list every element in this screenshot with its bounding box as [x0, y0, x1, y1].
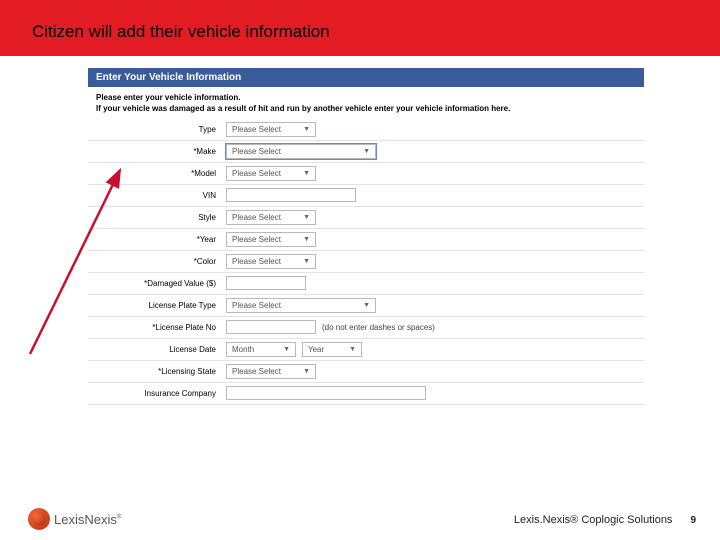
panel-instructions: Please enter your vehicle information. I… — [88, 87, 644, 119]
form-rows: Type Please Select ▼ *Make Please Select… — [88, 119, 644, 405]
label-vin: VIN — [96, 191, 226, 200]
select-style[interactable]: Please Select ▼ — [226, 210, 316, 225]
row-style: Style Please Select ▼ — [88, 207, 644, 229]
page-number: 9 — [690, 515, 696, 526]
select-model[interactable]: Please Select ▼ — [226, 166, 316, 181]
logo-text: LexisNexis® — [54, 512, 121, 527]
select-type[interactable]: Please Select ▼ — [226, 122, 316, 137]
label-damaged-value: *Damaged Value ($) — [96, 279, 226, 288]
panel-header: Enter Your Vehicle Information — [88, 68, 644, 87]
row-licensing-state: *Licensing State Please Select ▼ — [88, 361, 644, 383]
select-license-year-value: Year — [308, 345, 324, 354]
select-make[interactable]: Please Select ▼ — [226, 144, 376, 159]
row-insurance-company: Insurance Company — [88, 383, 644, 405]
instruction-line-1: Please enter your vehicle information. — [96, 93, 241, 102]
select-color-value: Please Select — [232, 257, 281, 266]
label-make: *Make — [96, 147, 226, 156]
select-type-value: Please Select — [232, 125, 281, 134]
slide-title: Citizen will add their vehicle informati… — [32, 22, 330, 42]
input-vin[interactable] — [226, 188, 356, 202]
label-type: Type — [96, 125, 226, 134]
brand-a: Lexis — [54, 512, 84, 527]
label-license-plate-type: License Plate Type — [96, 301, 226, 310]
select-model-value: Please Select — [232, 169, 281, 178]
row-make: *Make Please Select ▼ — [88, 141, 644, 163]
row-license-plate-type: License Plate Type Please Select ▼ — [88, 295, 644, 317]
row-license-date: License Date Month ▼ Year ▼ — [88, 339, 644, 361]
row-damaged-value: *Damaged Value ($) — [88, 273, 644, 295]
chevron-down-icon: ▼ — [303, 258, 310, 265]
hint-license-plate-no: (do not enter dashes or spaces) — [322, 323, 435, 332]
chevron-down-icon: ▼ — [363, 148, 370, 155]
logo-icon — [28, 508, 50, 530]
label-model: *Model — [96, 169, 226, 178]
select-licensing-state[interactable]: Please Select ▼ — [226, 364, 316, 379]
label-style: Style — [96, 213, 226, 222]
chevron-down-icon: ▼ — [349, 346, 356, 353]
input-damaged-value[interactable] — [226, 276, 306, 290]
label-license-plate-no: *License Plate No — [96, 323, 226, 332]
chevron-down-icon: ▼ — [363, 302, 370, 309]
chevron-down-icon: ▼ — [283, 346, 290, 353]
instruction-line-2: If your vehicle was damaged as a result … — [96, 104, 510, 113]
row-year: *Year Please Select ▼ — [88, 229, 644, 251]
chevron-down-icon: ▼ — [303, 126, 310, 133]
select-license-month[interactable]: Month ▼ — [226, 342, 296, 357]
chevron-down-icon: ▼ — [303, 214, 310, 221]
label-insurance-company: Insurance Company — [96, 389, 226, 398]
chevron-down-icon: ▼ — [303, 368, 310, 375]
label-color: *Color — [96, 257, 226, 266]
select-license-year[interactable]: Year ▼ — [302, 342, 362, 357]
row-type: Type Please Select ▼ — [88, 119, 644, 141]
brand-logo: LexisNexis® — [28, 508, 121, 530]
select-license-month-value: Month — [232, 345, 254, 354]
select-style-value: Please Select — [232, 213, 281, 222]
registered-icon: ® — [117, 514, 121, 520]
select-make-value: Please Select — [232, 147, 281, 156]
chevron-down-icon: ▼ — [303, 170, 310, 177]
select-year-value: Please Select — [232, 235, 281, 244]
select-licensing-state-value: Please Select — [232, 367, 281, 376]
footer: LexisNexis® Lexis.Nexis® Coplogic Soluti… — [0, 498, 720, 540]
label-license-date: License Date — [96, 345, 226, 354]
label-licensing-state: *Licensing State — [96, 367, 226, 376]
form-panel: Enter Your Vehicle Information Please en… — [88, 68, 644, 405]
footer-right: Lexis.Nexis® Coplogic Solutions 9 — [514, 514, 696, 526]
select-license-plate-type-value: Please Select — [232, 301, 281, 310]
row-model: *Model Please Select ▼ — [88, 163, 644, 185]
label-year: *Year — [96, 235, 226, 244]
brand-b: Nexis — [84, 512, 117, 527]
input-insurance-company[interactable] — [226, 386, 426, 400]
slide: Citizen will add their vehicle informati… — [0, 0, 720, 540]
row-color: *Color Please Select ▼ — [88, 251, 644, 273]
select-license-plate-type[interactable]: Please Select ▼ — [226, 298, 376, 313]
footer-product: Lexis.Nexis® Coplogic Solutions — [514, 514, 673, 526]
select-year[interactable]: Please Select ▼ — [226, 232, 316, 247]
chevron-down-icon: ▼ — [303, 236, 310, 243]
select-color[interactable]: Please Select ▼ — [226, 254, 316, 269]
row-license-plate-no: *License Plate No (do not enter dashes o… — [88, 317, 644, 339]
input-license-plate-no[interactable] — [226, 320, 316, 334]
row-vin: VIN — [88, 185, 644, 207]
